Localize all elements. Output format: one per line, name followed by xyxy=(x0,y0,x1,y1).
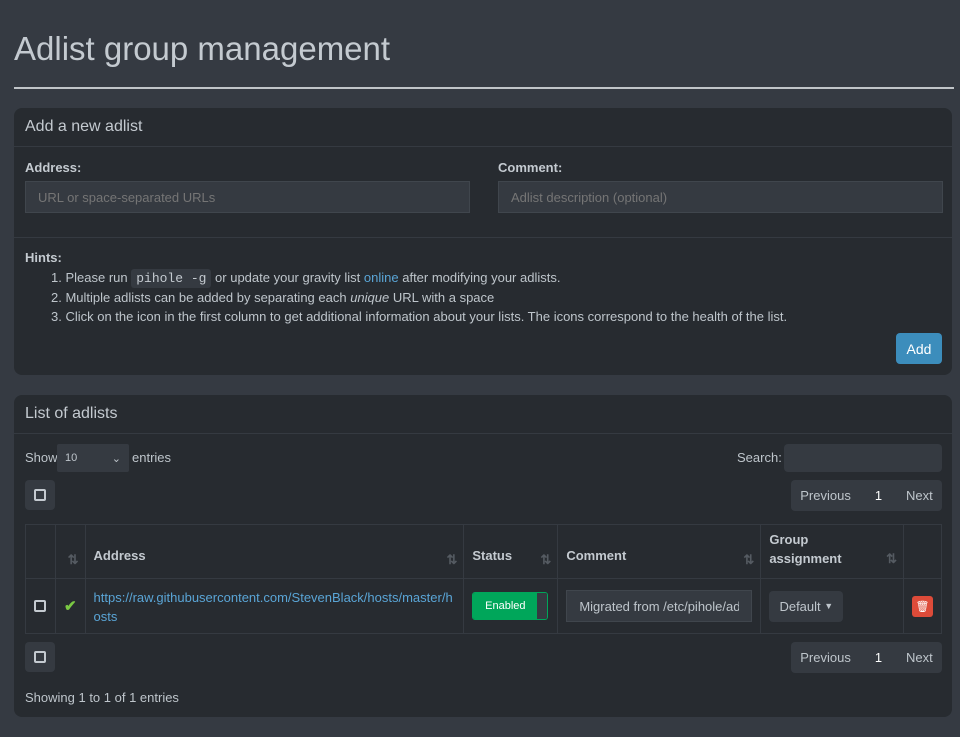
comment-label: Comment: xyxy=(498,160,563,175)
search-input[interactable] xyxy=(784,444,942,472)
group-cell: Default ▼ xyxy=(760,578,904,634)
column-address[interactable]: Address ⇅ xyxy=(84,524,465,579)
row-select-cell xyxy=(25,578,56,634)
adlist-table: ⇅ Address ⇅ Status ⇅ Comment ⇅ Group assign… xyxy=(25,524,943,634)
toggle-handle xyxy=(537,593,548,619)
sort-icon: ⇅ xyxy=(743,552,755,567)
hint-3: 3. Click on the icon in the first column… xyxy=(51,309,788,324)
hint-text: or update your gravity list xyxy=(211,270,364,285)
sort-icon: ⇅ xyxy=(67,552,79,567)
column-group[interactable]: Group assignment ⇅ xyxy=(760,524,904,579)
column-label: Comment xyxy=(566,548,627,563)
next-button[interactable]: Next xyxy=(894,488,945,503)
address-cell: https://raw.githubusercontent.com/Steven… xyxy=(84,578,465,634)
checkbox-icon xyxy=(34,651,46,663)
box-title: List of adlists xyxy=(14,395,952,434)
status-label: Enabled xyxy=(473,593,538,619)
next-button[interactable]: Next xyxy=(894,650,945,665)
hint-text: 2. Multiple adlists can be added by sepa… xyxy=(51,290,351,305)
entries-label: entries xyxy=(132,450,172,465)
column-actions xyxy=(902,524,943,579)
column-label: Address xyxy=(93,548,146,563)
previous-button[interactable]: Previous xyxy=(788,650,863,665)
group-select[interactable]: Default ▼ xyxy=(769,590,844,622)
checkbox-icon xyxy=(34,489,46,501)
pagination-bottom: Previous 1 Next xyxy=(791,642,942,673)
hint-text: after modifying your adlists. xyxy=(398,270,561,285)
divider xyxy=(14,237,952,238)
pagination-top: Previous 1 Next xyxy=(791,480,942,511)
column-health[interactable]: ⇅ xyxy=(54,524,86,579)
divider xyxy=(14,87,954,89)
comment-input[interactable] xyxy=(498,181,943,213)
select-all-button-bottom[interactable] xyxy=(25,642,55,672)
adlist-list-box: List of adlists Show 10 ⌄ entries Search:… xyxy=(14,395,952,717)
previous-button[interactable]: Previous xyxy=(788,488,863,503)
sort-icon: ⇅ xyxy=(540,552,552,567)
table-info: Showing 1 to 1 of 1 entries xyxy=(25,690,179,705)
column-select xyxy=(25,524,56,579)
hint-emphasis: unique xyxy=(350,290,390,305)
select-all-button[interactable] xyxy=(25,480,55,510)
hint-text: URL with a space xyxy=(389,290,495,305)
status-cell: Enabled xyxy=(463,578,559,634)
hint-2: 2. Multiple adlists can be added by sepa… xyxy=(51,288,787,307)
add-button[interactable]: Add xyxy=(896,333,942,364)
box-title: Add a new adlist xyxy=(14,108,952,147)
column-label: Status xyxy=(472,548,513,563)
page-title: Adlist group management xyxy=(14,30,391,67)
row-checkbox[interactable] xyxy=(34,600,46,612)
status-toggle[interactable]: Enabled xyxy=(472,592,549,620)
actions-cell: 🗑 xyxy=(902,578,943,634)
search-label: Search: xyxy=(737,450,782,465)
comment-field[interactable] xyxy=(566,590,753,622)
entries-value: 10 xyxy=(65,452,78,464)
address-label: Address: xyxy=(25,160,82,175)
table-header-row: ⇅ Address ⇅ Status ⇅ Comment ⇅ Group assign… xyxy=(25,524,943,579)
chevron-down-icon: ⌄ xyxy=(111,452,121,465)
online-link[interactable]: online xyxy=(364,270,399,285)
table-row: ✔ https://raw.githubusercontent.com/Stev… xyxy=(25,578,943,634)
hint-text: 1. Please run xyxy=(51,270,132,285)
address-input[interactable] xyxy=(25,181,470,213)
sort-icon: ⇅ xyxy=(886,551,897,566)
hints-label: Hints: xyxy=(25,250,62,265)
show-label: Show xyxy=(25,450,58,465)
page-1-button[interactable]: 1 xyxy=(863,650,894,665)
column-status[interactable]: Status ⇅ xyxy=(463,524,559,579)
column-label: Group assignment xyxy=(769,531,842,566)
comment-cell xyxy=(557,578,762,634)
entries-select[interactable]: 10 ⌄ xyxy=(57,444,129,472)
hints-list: 1. Please run pihole -g or update your g… xyxy=(51,268,787,326)
adlist-url-link[interactable]: https://raw.githubusercontent.com/Steven… xyxy=(94,590,453,624)
group-value: Default xyxy=(779,598,821,614)
add-adlist-box: Add a new adlist Address: Comment: Hints… xyxy=(14,108,952,375)
caret-down-icon: ▼ xyxy=(824,601,834,611)
trash-icon[interactable]: 🗑 xyxy=(911,595,933,617)
check-icon[interactable]: ✔ xyxy=(54,578,86,634)
command-code: pihole -g xyxy=(131,269,212,288)
hint-1: 1. Please run pihole -g or update your g… xyxy=(51,268,787,288)
column-comment[interactable]: Comment ⇅ xyxy=(557,524,762,579)
page-1-button[interactable]: 1 xyxy=(863,488,894,503)
sort-icon: ⇅ xyxy=(446,552,458,567)
